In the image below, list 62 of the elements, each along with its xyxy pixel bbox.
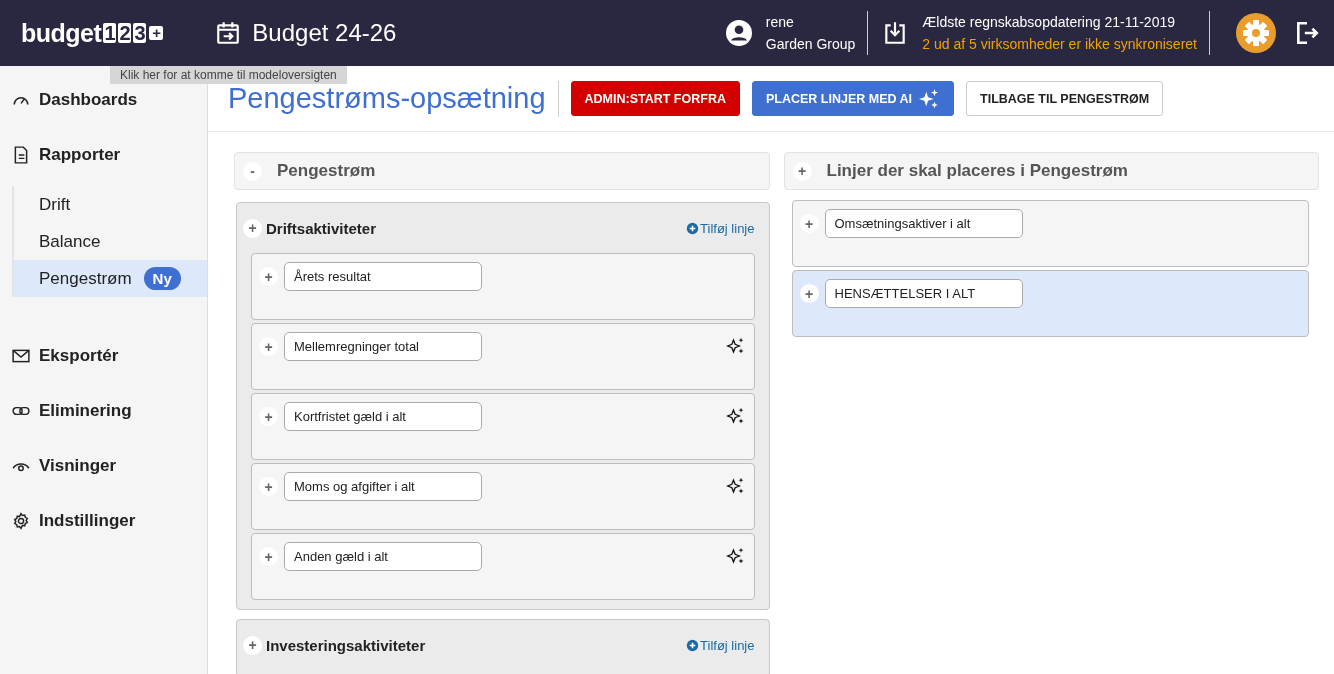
sync-status: Ældste regnskabsopdatering 21-11-2019 [922,13,1176,32]
group-title: Driftsaktiviteter [266,219,378,237]
line-card[interactable]: + Kortfristet gæld i alt [251,393,755,460]
sidebar-item[interactable]: Eksportér [0,342,207,370]
line-card[interactable]: + HENSÆTTELSER I ALT [791,270,1309,337]
sidebar-item[interactable]: Rapporter [0,141,207,169]
line-label: Moms og afgifter i alt [284,472,482,501]
expand-toggle[interactable]: + [259,477,278,496]
reset-button[interactable]: ADMIN:START FORFRA [570,81,740,116]
line-label: Anden gæld i alt [284,542,482,571]
group-title: Investeringsaktiviteter [266,636,427,654]
line-card[interactable]: + Moms og afgifter i alt [251,463,755,530]
logo[interactable]: budget1 2 3 + [21,18,164,48]
sidebar-subitem[interactable]: Balance [14,223,207,260]
expand-toggle[interactable]: + [799,214,819,233]
calendar-icon[interactable] [215,20,242,46]
line-label: Mellemregninger total [284,332,482,361]
ai-place-button[interactable]: PLACER LINJER MED AI [751,81,955,116]
line-card[interactable]: + Årets resultat [251,253,755,320]
sidebar-item[interactable]: Indstillinger [0,507,207,535]
collapse-toggle[interactable]: - [243,161,262,181]
panel-title: Pengestrøm [277,161,376,181]
plus-circle-icon [686,638,700,652]
line-card[interactable]: + Anden gæld i alt [251,533,755,600]
plus-circle-icon [686,221,700,235]
logout-icon[interactable] [1294,20,1320,46]
sparkle-icon [918,87,941,110]
settings-icon[interactable] [1236,13,1276,53]
expand-toggle[interactable]: + [243,635,262,655]
model-name[interactable]: Budget 24-26 [252,19,397,47]
user-avatar-icon [725,20,752,46]
expand-toggle[interactable]: + [799,284,819,303]
expand-toggle[interactable]: + [259,267,278,286]
mail-icon [12,347,30,365]
back-button[interactable]: TILBAGE TIL PENGESTRØM [966,81,1164,116]
expand-toggle[interactable]: + [259,337,278,356]
add-line-link[interactable]: Tilføj linje [686,637,755,653]
line-card[interactable]: + Mellemregninger total [251,323,755,390]
new-badge: Ny [143,267,181,290]
line-label: HENSÆTTELSER I ALT [824,279,1023,308]
gear-icon [12,512,30,530]
line-label: Kortfristet gæld i alt [284,402,482,431]
sidebar-subitem[interactable]: Pengestrøm Ny [14,260,207,297]
company-name: Garden Group [765,35,856,54]
user-name: rene [765,13,795,32]
line-card[interactable]: + Omsætningsaktiver i alt [791,200,1309,267]
page-title: Pengestrøms-opsætning [228,82,546,115]
line-label: Årets resultat [284,262,482,291]
document-icon [12,146,30,164]
sidebar-item[interactable]: Visninger [0,452,207,480]
sidebar-item[interactable]: Eliminering [0,397,207,425]
line-label: Omsætningsaktiver i alt [824,209,1023,238]
expand-toggle[interactable]: + [259,407,278,426]
expand-toggle[interactable]: + [259,547,278,566]
panel-title: Linjer der skal placeres i Pengestrøm [826,161,1128,181]
expand-toggle[interactable]: + [792,161,812,181]
sidebar-subitem[interactable]: Drift [14,186,207,223]
sync-warning: 2 ud af 5 virksomheder er ikke synkroniseret [922,35,1197,54]
tooltip: Klik her for at komme til modeloversigten [110,66,347,84]
add-line-link[interactable]: Tilføj linje [686,220,755,236]
expand-toggle[interactable]: + [243,218,262,238]
sidebar-item[interactable]: Dashboards [0,86,207,114]
